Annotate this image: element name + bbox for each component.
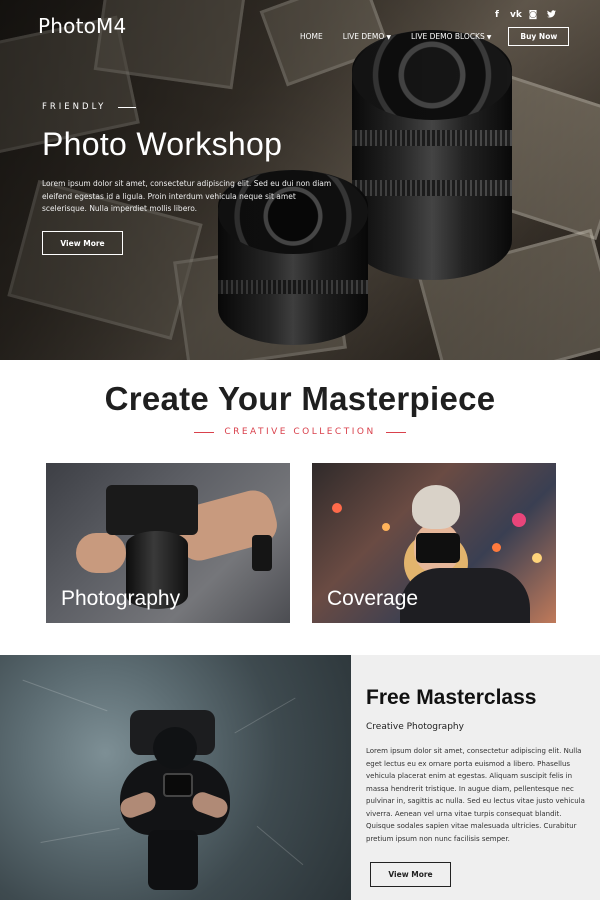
subtitle-dash-left — [194, 431, 215, 433]
kicker-divider — [118, 106, 137, 108]
hero-kicker: FRIENDLY — [42, 102, 137, 112]
site-logo[interactable]: PhotoM4 — [38, 14, 126, 38]
camera-image — [163, 773, 193, 797]
twitter-icon[interactable] — [546, 10, 556, 21]
subtitle-dash-right — [385, 431, 406, 433]
hero-view-more-button[interactable]: View More — [42, 231, 123, 255]
masterclass-description: Lorem ipsum dolor sit amet, consectetur … — [366, 747, 585, 843]
nav-item-live-demo-blocks[interactable]: LIVE DEMO BLOCKS ▼ — [411, 32, 491, 41]
instagram-icon[interactable]: ◙ — [528, 10, 538, 21]
caret-down-icon: ▼ — [486, 34, 492, 41]
camera-image — [106, 485, 198, 535]
social-links: f vk ◙ — [492, 10, 556, 21]
masterclass-image — [0, 655, 351, 900]
nav-item-live-demo[interactable]: LIVE DEMO ▼ — [343, 32, 391, 41]
masterclass-subtitle: Creative Photography — [366, 722, 464, 732]
camera-image — [416, 533, 460, 563]
hero-description: Lorem ipsum dolor sit amet, consectetur … — [42, 179, 332, 213]
hero-title: Photo Workshop — [42, 126, 283, 162]
card-label: Photography — [61, 587, 181, 610]
masterpiece-title: Create Your Masterpiece — [104, 380, 496, 417]
facebook-icon[interactable]: f — [492, 10, 502, 21]
buy-now-button[interactable]: Buy Now — [508, 27, 570, 46]
nav-item-home[interactable]: HOME — [300, 32, 323, 41]
hero-section: PhotoM4 f vk ◙ HOME LIVE DEMO ▼ LIVE DEMO… — [0, 0, 600, 360]
masterclass-title: Free Masterclass — [366, 686, 537, 709]
masterpiece-subtitle: CREATIVE COLLECTION — [0, 427, 600, 437]
main-nav: HOME LIVE DEMO ▼ LIVE DEMO BLOCKS ▼ Buy No… — [300, 27, 570, 46]
card-label: Coverage — [327, 587, 419, 610]
coverage-card[interactable]: Coverage — [312, 463, 556, 623]
watch-image — [252, 535, 272, 571]
caret-down-icon: ▼ — [386, 34, 391, 41]
photography-card[interactable]: Photography — [46, 463, 290, 623]
beanie-image — [412, 485, 460, 529]
vk-icon[interactable]: vk — [510, 10, 522, 21]
masterclass-view-more-button[interactable]: View More — [370, 862, 451, 887]
